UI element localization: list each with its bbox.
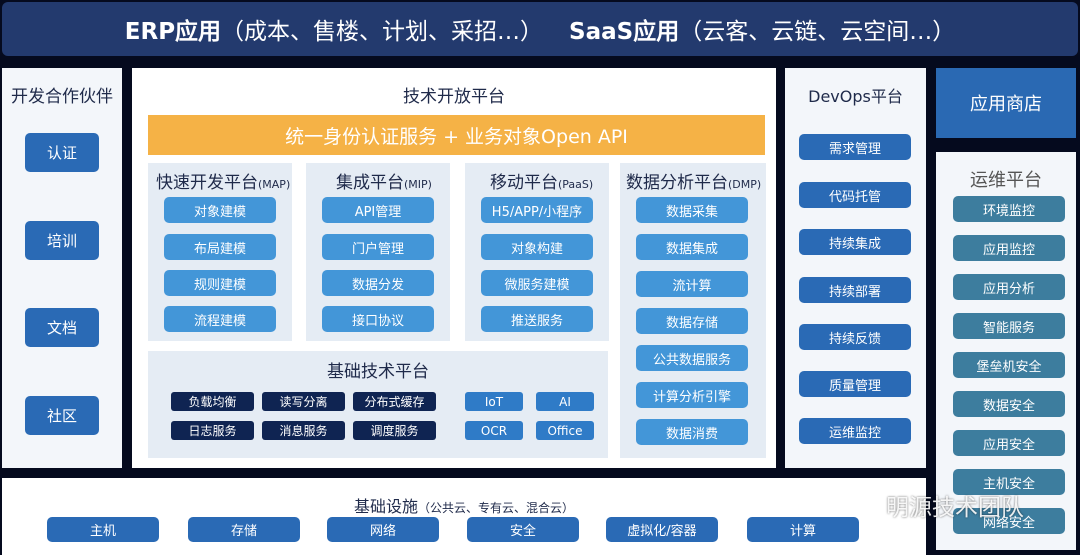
map-item[interactable]: 对象建模: [164, 197, 276, 223]
devops-item[interactable]: 代码托管: [799, 182, 911, 208]
partners-panel: 开发合作伙伴 认证 培训 文档 社区: [2, 68, 122, 468]
map-item[interactable]: 规则建模: [164, 270, 276, 296]
devops-panel: DevOps平台: [785, 68, 926, 468]
map-item[interactable]: 布局建模: [164, 234, 276, 260]
partner-item-certification[interactable]: 认证: [25, 133, 99, 172]
dmp-item[interactable]: 计算分析引擎: [636, 382, 748, 408]
erp-label: ERP应用: [124, 19, 222, 45]
partners-title: 开发合作伙伴: [11, 87, 113, 107]
base-ext-item[interactable]: Office: [536, 421, 594, 440]
ops-title: 运维平台: [970, 170, 1042, 191]
dmp-item[interactable]: 数据消费: [636, 419, 748, 445]
mip-item[interactable]: 接口协议: [322, 306, 434, 332]
base-core-item[interactable]: 消息服务: [262, 421, 345, 440]
dmp-item[interactable]: 数据集成: [636, 234, 748, 260]
partner-item-training[interactable]: 培训: [25, 221, 99, 260]
devops-title: DevOps平台: [808, 87, 903, 106]
map-platform-title: 快速开发平台(MAP): [156, 173, 291, 193]
mobile-item[interactable]: 对象构建: [481, 234, 593, 260]
dmp-item[interactable]: 公共数据服务: [636, 345, 748, 371]
base-core-item[interactable]: 负载均衡: [171, 392, 254, 411]
devops-item[interactable]: 持续反馈: [799, 324, 911, 350]
devops-item[interactable]: 需求管理: [799, 134, 911, 160]
wechat-icon: [838, 489, 882, 521]
app-store-button[interactable]: 应用商店: [936, 68, 1076, 138]
base-core-item[interactable]: 读写分离: [262, 392, 345, 411]
ops-item[interactable]: 应用安全: [953, 430, 1065, 456]
base-core-item[interactable]: 分布式缓存: [353, 392, 436, 411]
map-item[interactable]: 流程建模: [164, 306, 276, 332]
base-tech-platform-title: 基础技术平台: [327, 362, 429, 382]
mobile-item[interactable]: 推送服务: [481, 306, 593, 332]
infra-item[interactable]: 网络: [327, 517, 439, 542]
ops-item[interactable]: 环境监控: [953, 196, 1065, 222]
mobile-item[interactable]: H5/APP/小程序: [481, 197, 593, 223]
base-ext-item[interactable]: IoT: [465, 392, 523, 411]
base-core-item[interactable]: 日志服务: [171, 421, 254, 440]
ops-item[interactable]: 智能服务: [953, 313, 1065, 339]
infra-item[interactable]: 主机: [47, 517, 159, 542]
infra-item[interactable]: 存储: [188, 517, 300, 542]
infra-item[interactable]: 安全: [467, 517, 579, 542]
ops-item[interactable]: 数据安全: [953, 391, 1065, 417]
dmp-item[interactable]: 流计算: [636, 271, 748, 297]
devops-item[interactable]: 持续部署: [799, 277, 911, 303]
erp-detail: （成本、售楼、计划、采招…）: [221, 19, 544, 45]
infrastructure-title: 基础设施（公共云、专有云、混合云）: [353, 497, 575, 516]
saas-label: SaaS应用: [569, 19, 680, 45]
mip-item[interactable]: API管理: [322, 197, 434, 223]
base-ext-item[interactable]: AI: [536, 392, 594, 411]
partner-item-community[interactable]: 社区: [25, 396, 99, 435]
base-core-item[interactable]: 调度服务: [353, 421, 436, 440]
ops-item[interactable]: 堡垒机安全: [953, 352, 1065, 378]
ops-item[interactable]: 应用监控: [953, 235, 1065, 261]
saas-detail: （云客、云链、云空间…）: [679, 19, 956, 45]
top-banner: ERP应用 （成本、售楼、计划、采招…） SaaS应用 （云客、云链、云空间…）: [2, 2, 1078, 56]
partner-item-docs[interactable]: 文档: [25, 308, 99, 347]
devops-item[interactable]: 持续集成: [799, 229, 911, 255]
dmp-item[interactable]: 数据存储: [636, 308, 748, 334]
data-platform-title: 数据分析平台(DMP): [626, 173, 762, 193]
ops-item[interactable]: 应用分析: [953, 274, 1065, 300]
mobile-platform-title: 移动平台(PaaS): [490, 173, 594, 193]
mobile-item[interactable]: 微服务建模: [481, 270, 593, 296]
watermark-text: 明源技术团队: [886, 495, 1024, 521]
watermark: 明源技术团队: [838, 488, 1024, 522]
dmp-item[interactable]: 数据采集: [636, 197, 748, 223]
mip-item[interactable]: 数据分发: [322, 270, 434, 296]
devops-item[interactable]: 质量管理: [799, 371, 911, 397]
mip-item[interactable]: 门户管理: [322, 234, 434, 260]
devops-item[interactable]: 运维监控: [799, 418, 911, 444]
mip-platform-title: 集成平台(MIP): [336, 173, 432, 193]
tech-open-platform-title: 技术开放平台: [403, 87, 505, 107]
base-ext-item[interactable]: OCR: [465, 421, 523, 440]
infra-item[interactable]: 虚拟化/容器: [606, 517, 718, 542]
identity-api-banner: 统一身份认证服务 + 业务对象Open API: [148, 115, 765, 155]
